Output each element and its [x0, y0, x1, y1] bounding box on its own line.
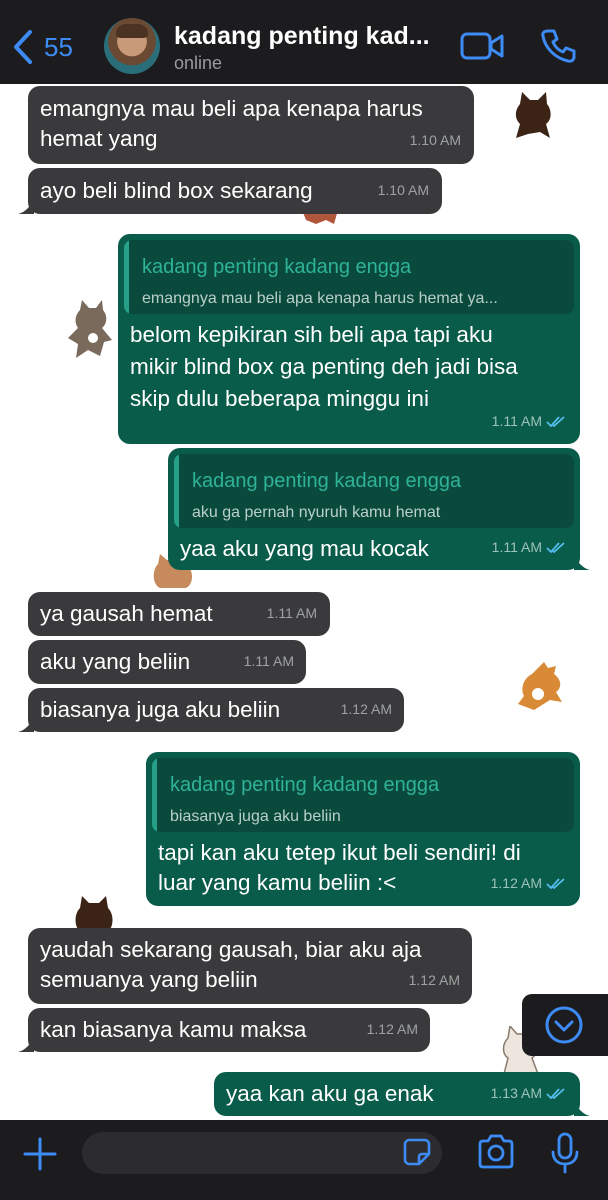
contact-name[interactable]: kadang penting kad...	[174, 22, 430, 51]
outgoing-message[interactable]: kadang penting kadang engga emangnya mau…	[118, 234, 580, 444]
message-text-line: tapi kan aku tetep ikut beli sendiri! di	[158, 840, 521, 865]
phone-call-icon[interactable]	[540, 28, 576, 64]
message-list[interactable]: emangnya mau beli apa kenapa harus hemat…	[0, 84, 608, 1120]
scroll-to-bottom-button[interactable]	[522, 994, 608, 1056]
message-time: 1.11 AM	[492, 406, 566, 436]
quoted-sender: kadang penting kadang engga	[192, 470, 462, 492]
message-text-line: semuanya yang beliin	[40, 967, 258, 992]
bubble-tail	[574, 556, 590, 570]
incoming-message[interactable]: ya gausah hemat 1.11 AM	[28, 592, 330, 636]
double-check-icon	[546, 1088, 565, 1100]
unread-count: 55	[44, 31, 73, 62]
avatar[interactable]	[104, 18, 160, 74]
quoted-sender: kadang penting kadang engga	[142, 256, 412, 278]
cat-sticker-icon	[68, 300, 112, 358]
message-text: aku yang beliin	[40, 649, 191, 674]
incoming-message[interactable]: emangnya mau beli apa kenapa harus hemat…	[28, 86, 474, 164]
message-text: ayo beli blind box sekarang	[40, 178, 313, 203]
message-text-line: skip dulu beberapa minggu ini	[130, 386, 429, 411]
message-text: biasanya juga aku beliin	[40, 697, 281, 722]
quoted-text: emangnya mau beli apa kenapa harus hemat…	[142, 290, 498, 307]
incoming-message[interactable]: yaudah sekarang gausah, biar aku aja sem…	[28, 928, 472, 1004]
microphone-icon[interactable]	[550, 1132, 580, 1174]
contact-status: online	[174, 53, 223, 73]
quoted-reply[interactable]: kadang penting kadang engga emangnya mau…	[124, 240, 574, 314]
quoted-text: aku ga pernah nyuruh kamu hemat	[192, 504, 441, 521]
message-time: 1.12 AM	[491, 868, 566, 898]
back-chevron-icon	[14, 30, 32, 64]
double-check-icon	[546, 878, 565, 890]
message-time: 1.10 AM	[409, 132, 461, 148]
message-text-line: luar yang kamu beliin :<	[158, 870, 397, 895]
double-check-icon	[546, 416, 565, 428]
bubble-tail	[18, 1038, 34, 1052]
bubble-tail	[18, 718, 34, 732]
composer-bar	[0, 1120, 608, 1200]
message-time: 1.12 AM	[408, 972, 460, 988]
message-time: 1.10 AM	[377, 182, 429, 198]
message-text: yaa kan aku ga enak	[226, 1081, 434, 1106]
quoted-text: biasanya juga aku beliin	[170, 808, 341, 825]
quoted-reply[interactable]: kadang penting kadang engga biasanya jug…	[152, 758, 574, 832]
cat-sticker-icon	[75, 896, 113, 932]
chat-header: 55 kadang penting kad... online	[0, 0, 608, 84]
scroll-down-icon	[545, 1006, 583, 1044]
message-text-line: belom kepikiran sih beli apa tapi aku	[130, 322, 493, 347]
incoming-message[interactable]: ayo beli blind box sekarang 1.10 AM	[18, 168, 442, 214]
camera-icon[interactable]	[476, 1134, 516, 1170]
message-time: 1.11 AM	[492, 532, 566, 562]
incoming-message[interactable]: biasanya juga aku beliin 1.12 AM	[18, 688, 404, 732]
message-time: 1.12 AM	[340, 701, 392, 717]
cat-sticker-icon	[518, 662, 562, 710]
message-time: 1.12 AM	[366, 1021, 418, 1037]
message-text-line: hemat yang	[40, 126, 158, 151]
message-time: 1.11 AM	[266, 605, 317, 621]
message-text-line: yaudah sekarang gausah, biar aku aja	[40, 937, 422, 962]
plus-icon[interactable]	[22, 1136, 58, 1172]
message-text: ya gausah hemat	[40, 601, 213, 626]
message-input[interactable]	[82, 1132, 442, 1174]
quoted-reply[interactable]: kadang penting kadang engga aku ga perna…	[174, 454, 574, 528]
outgoing-message[interactable]: kadang penting kadang engga aku ga perna…	[168, 448, 590, 570]
bubble-tail	[574, 1102, 590, 1116]
message-text-line: emangnya mau beli apa kenapa harus	[40, 96, 423, 121]
incoming-message[interactable]: aku yang beliin 1.11 AM	[28, 640, 306, 684]
quoted-sender: kadang penting kadang engga	[170, 774, 440, 796]
outgoing-message[interactable]: kadang penting kadang engga biasanya jug…	[146, 752, 580, 906]
outgoing-message[interactable]: yaa kan aku ga enak 1.13 AM	[214, 1072, 590, 1116]
message-text: yaa aku yang mau kocak	[180, 536, 429, 561]
sticker-icon[interactable]	[402, 1137, 432, 1167]
message-time: 1.11 AM	[243, 653, 294, 669]
cat-sticker-icon	[515, 92, 551, 138]
bubble-tail	[18, 200, 34, 214]
double-check-icon	[546, 542, 565, 554]
message-text: kan biasanya kamu maksa	[40, 1017, 307, 1042]
message-text-line: mikir blind box ga penting deh jadi bisa	[130, 354, 518, 379]
incoming-message[interactable]: kan biasanya kamu maksa 1.12 AM	[18, 1008, 430, 1052]
back-button[interactable]: 55	[10, 28, 73, 66]
video-call-icon[interactable]	[460, 30, 504, 62]
message-time: 1.13 AM	[491, 1078, 566, 1108]
